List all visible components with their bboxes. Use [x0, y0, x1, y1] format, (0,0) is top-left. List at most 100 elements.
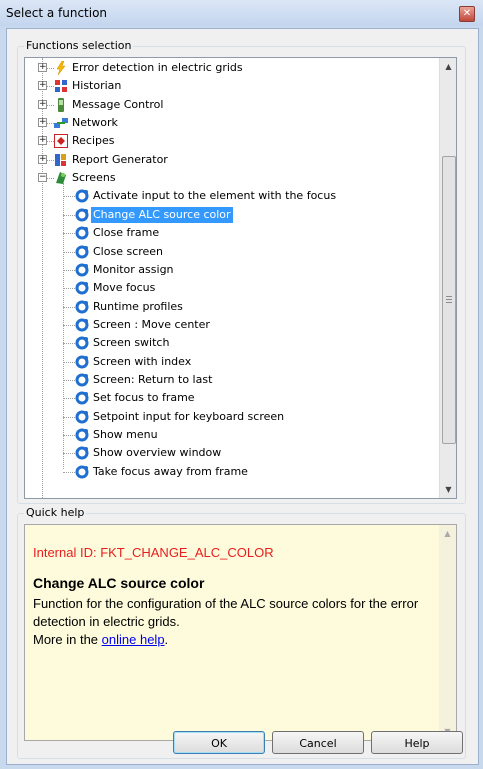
help-scroll-up-arrow-icon[interactable]: ▲: [439, 525, 456, 542]
function-icon: [75, 355, 89, 369]
function-icon: [75, 208, 89, 222]
expand-plus-icon[interactable]: +: [38, 81, 47, 91]
tree-item-label: Monitor assign: [93, 262, 174, 276]
function-icon: [75, 189, 89, 203]
expand-plus-icon[interactable]: +: [38, 99, 47, 109]
function-icon: [75, 391, 89, 405]
tree-function-item[interactable]: Set focus to frame: [25, 389, 439, 407]
scroll-up-arrow-icon[interactable]: ▲: [440, 58, 456, 75]
tree-function-item[interactable]: Activate input to the element with the f…: [25, 187, 439, 205]
quick-help-label: Quick help: [24, 506, 87, 519]
tree-category-item[interactable]: + Recipes: [25, 132, 439, 150]
help-more-suffix: .: [164, 632, 169, 647]
tree-item-label: Show overview window: [93, 446, 222, 460]
quick-help-panel: Internal ID: FKT_CHANGE_ALC_COLOR Change…: [24, 524, 457, 741]
tree-item-label: Screen: Return to last: [93, 372, 213, 386]
tree-category-item[interactable]: + Historian: [25, 77, 439, 95]
tree-category-item[interactable]: + Error detection in electric grids: [25, 59, 439, 77]
recipe-icon: [54, 134, 68, 149]
help-scrollbar[interactable]: ▲ ▼: [439, 525, 456, 740]
tree-item-label: Move focus: [93, 281, 156, 295]
tree-function-item[interactable]: Change ALC source color: [25, 205, 439, 224]
tree-function-item[interactable]: Screen : Move center: [25, 316, 439, 334]
online-help-link[interactable]: online help: [102, 632, 165, 647]
tree-content: + Error detection in electric grids + Histo…: [25, 58, 439, 498]
tree-item-label: Error detection in electric grids: [72, 61, 243, 74]
function-icon: [75, 226, 89, 240]
tree-function-item[interactable]: Move focus: [25, 279, 439, 297]
tree-function-item[interactable]: Monitor assign: [25, 261, 439, 279]
grip-line: [446, 299, 452, 300]
phone-icon: [54, 97, 68, 112]
grip-line: [446, 302, 452, 303]
tree-item-label: Screen : Move center: [93, 317, 210, 331]
functions-selection-label: Functions selection: [24, 39, 134, 52]
tree-function-item[interactable]: Take focus away from frame: [25, 463, 439, 481]
tree-function-item[interactable]: Screen: Return to last: [25, 371, 439, 389]
help-button[interactable]: Help: [371, 731, 463, 754]
tree-item-label: Change ALC source color: [90, 205, 234, 224]
function-icon: [75, 245, 89, 259]
scrollbar-thumb[interactable]: [442, 156, 456, 444]
function-icon: [75, 465, 89, 479]
screens-icon: [54, 171, 68, 185]
tree-item-label: Network: [72, 116, 118, 130]
tree-function-item[interactable]: Show overview window: [25, 444, 439, 462]
help-description: Function for the configuration of the AL…: [33, 596, 419, 629]
tree-item-label: Show menu: [93, 428, 158, 441]
help-more-prefix: More in the: [33, 632, 102, 647]
cancel-button[interactable]: Cancel: [272, 731, 364, 754]
function-icon: [75, 263, 89, 277]
tree-item-label: Report Generator: [72, 152, 168, 166]
title-bar[interactable]: Select a function ✕: [0, 0, 483, 26]
tree-function-item[interactable]: Close screen: [25, 243, 439, 261]
function-icon: [75, 446, 89, 460]
tree-function-item[interactable]: Screen switch: [25, 334, 439, 352]
expand-plus-icon[interactable]: +: [38, 154, 47, 164]
tree-item-label: Historian: [72, 79, 122, 93]
tree-category-item[interactable]: + Network: [25, 114, 439, 132]
tree-item-label: Runtime profiles: [93, 299, 183, 313]
help-more-line: More in the online help.: [33, 632, 168, 647]
tree-item-label: Set focus to frame: [93, 391, 195, 405]
tree-function-item[interactable]: Show menu: [25, 426, 439, 444]
tree-function-item[interactable]: Close frame: [25, 224, 439, 242]
tree-item-label: Screens: [72, 171, 116, 185]
tree-item-label: Close screen: [93, 244, 164, 258]
tree-item-label: Screen switch: [93, 336, 170, 350]
tree-category-item[interactable]: − Screens: [25, 169, 439, 187]
tree-item-label: Message Control: [72, 97, 164, 111]
function-icon: [75, 410, 89, 424]
tree-item-label: Recipes: [72, 134, 115, 148]
ok-button[interactable]: OK: [173, 731, 265, 754]
tree-category-item[interactable]: + Report Generator: [25, 151, 439, 169]
function-icon: [75, 373, 89, 387]
grip-line: [446, 296, 452, 297]
historian-icon: [54, 79, 68, 93]
expand-plus-icon[interactable]: +: [38, 136, 47, 146]
scroll-down-arrow-icon[interactable]: ▼: [440, 481, 456, 498]
quick-help-group: Quick help Internal ID: FKT_CHANGE_ALC_C…: [17, 506, 466, 759]
expand-plus-icon[interactable]: +: [38, 118, 47, 128]
help-internal-id: Internal ID: FKT_CHANGE_ALC_COLOR: [33, 545, 274, 560]
dialog-body: Functions selection + Error detection in …: [6, 28, 479, 765]
function-icon: [75, 300, 89, 314]
dialog-title: Select a function: [6, 6, 108, 20]
functions-selection-group: Functions selection + Error detection in …: [17, 39, 466, 504]
tree-function-item[interactable]: Runtime profiles: [25, 298, 439, 316]
network-icon: [54, 116, 68, 130]
functions-tree[interactable]: + Error detection in electric grids + Histo…: [24, 57, 457, 499]
tree-scrollbar[interactable]: ▲ ▼: [439, 58, 456, 498]
lightning-icon: [54, 60, 68, 76]
collapse-minus-icon[interactable]: −: [38, 173, 47, 183]
tree-function-item[interactable]: Screen with index: [25, 353, 439, 371]
function-icon: [75, 336, 89, 350]
function-icon: [75, 281, 89, 295]
tree-function-item[interactable]: Setpoint input for keyboard screen: [25, 408, 439, 426]
tree-category-item[interactable]: + Message Control: [25, 96, 439, 114]
expand-plus-icon[interactable]: +: [38, 63, 47, 72]
close-button[interactable]: ✕: [459, 6, 475, 22]
function-icon: [75, 428, 89, 442]
tree-item-label: Setpoint input for keyboard screen: [93, 409, 285, 423]
tree-item-label: Close frame: [93, 226, 160, 240]
